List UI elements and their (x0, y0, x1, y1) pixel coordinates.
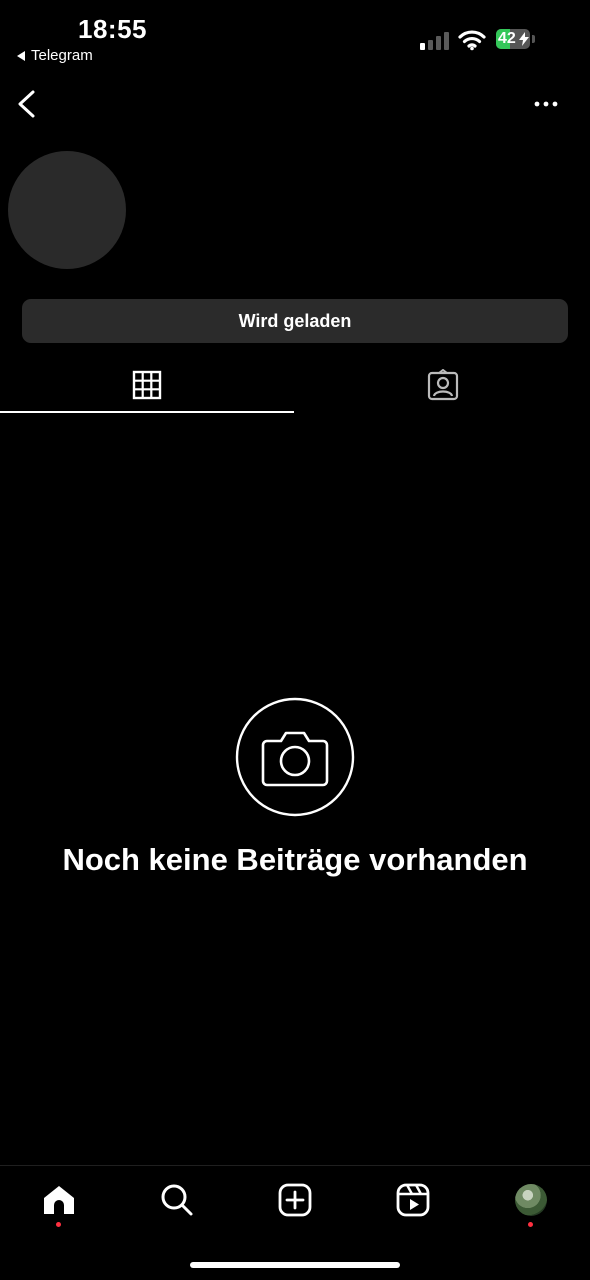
profile-avatar-placeholder (8, 151, 126, 269)
bottom-nav-divider (0, 1165, 590, 1166)
home-icon (44, 1186, 74, 1214)
back-to-app-link[interactable]: Telegram (17, 47, 93, 64)
profile-avatar (515, 1184, 547, 1216)
search-icon (161, 1184, 193, 1216)
tab-tagged[interactable] (296, 358, 590, 412)
nav-profile[interactable] (509, 1178, 553, 1222)
nav-create[interactable] (273, 1178, 317, 1222)
cellular-signal-icon (420, 32, 449, 50)
back-chevron-icon[interactable] (14, 88, 40, 120)
back-app-label: Telegram (31, 47, 93, 64)
battery-percent: 42 (498, 30, 516, 47)
home-indicator[interactable] (190, 1262, 400, 1268)
active-tab-indicator (0, 411, 294, 413)
reels-icon (396, 1183, 430, 1217)
home-notification-dot (56, 1222, 61, 1227)
tagged-person-icon (427, 369, 459, 401)
battery-icon: 42 (496, 29, 530, 49)
nav-search[interactable] (155, 1178, 199, 1222)
more-options-icon[interactable] (530, 94, 562, 114)
camera-icon (235, 697, 355, 817)
profile-notification-dot (528, 1222, 533, 1227)
charging-bolt-icon (519, 32, 529, 46)
status-time: 18:55 (78, 14, 147, 44)
back-triangle-icon (17, 50, 25, 61)
loading-button[interactable]: Wird geladen (22, 299, 568, 343)
create-plus-icon (278, 1183, 312, 1217)
tab-posts-grid[interactable] (0, 358, 294, 412)
wifi-icon (458, 30, 486, 51)
empty-state-title: Noch keine Beiträge vorhanden (62, 842, 528, 877)
nav-reels[interactable] (391, 1178, 435, 1222)
nav-home[interactable] (37, 1178, 81, 1222)
battery-tip (532, 35, 535, 43)
grid-icon (132, 370, 162, 400)
